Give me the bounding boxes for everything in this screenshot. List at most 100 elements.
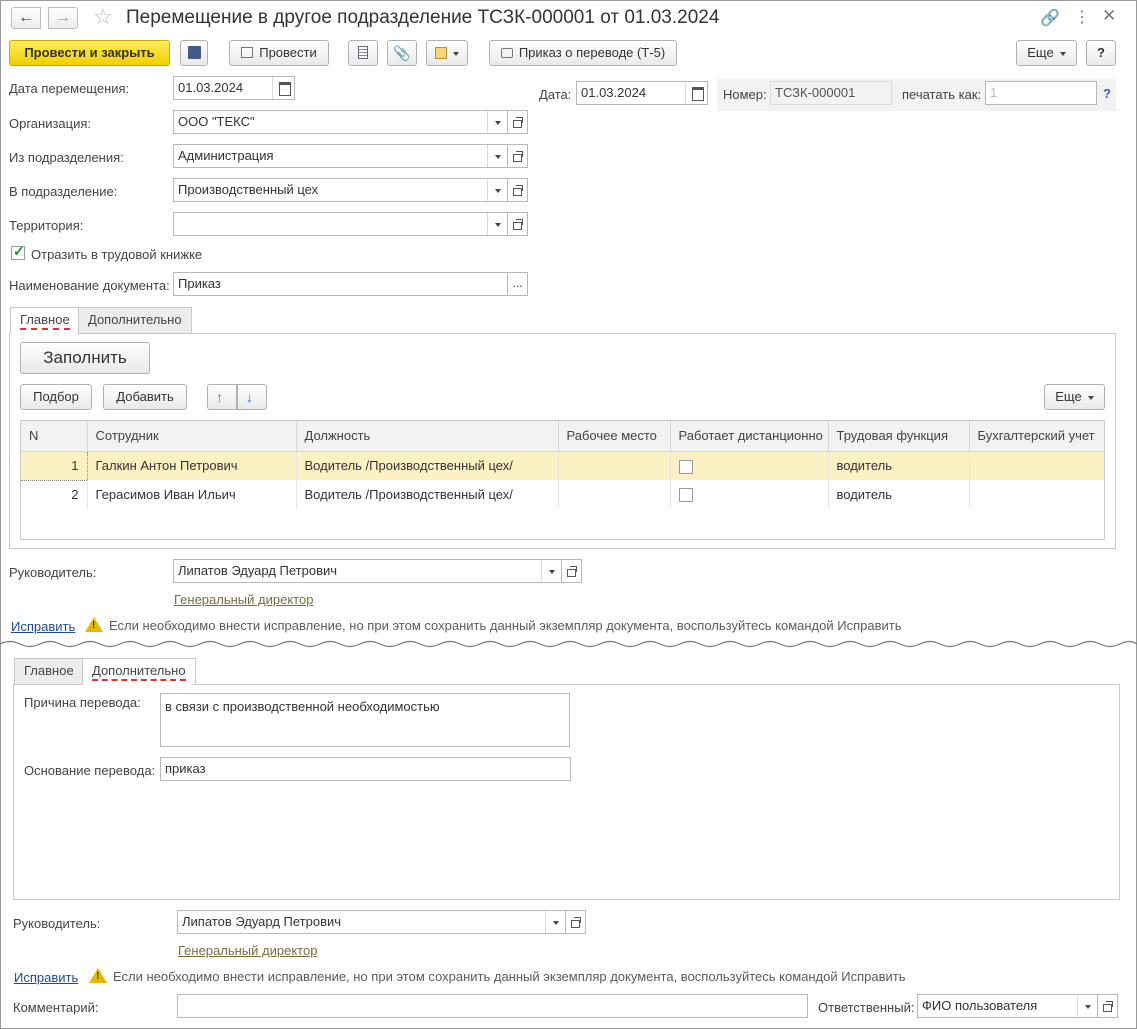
table-row[interactable]: 1 Галкин Антон Петрович Водитель /Произв…: [21, 450, 1104, 481]
workbook-checkbox[interactable]: ✓: [11, 243, 25, 260]
calendar-icon[interactable]: [685, 82, 707, 104]
post-and-close-button[interactable]: Провести и закрыть: [9, 40, 170, 66]
row-remote[interactable]: [670, 451, 829, 480]
fill-button[interactable]: Заполнить: [20, 342, 150, 374]
row-accounting[interactable]: [969, 451, 1104, 480]
number-field: ТСЗК-000001: [770, 81, 892, 105]
from-dept-field[interactable]: Администрация: [173, 144, 508, 168]
move-down-button[interactable]: ↓: [237, 384, 267, 410]
chevron-down-icon[interactable]: [545, 911, 565, 933]
tab-main-2[interactable]: Главное: [14, 658, 84, 684]
fix-link[interactable]: Исправить: [11, 619, 75, 634]
table-row[interactable]: 2 Герасимов Иван Ильич Водитель /Произво…: [21, 480, 1104, 509]
fix-link-2[interactable]: Исправить: [14, 970, 78, 985]
row-employee[interactable]: Галкин Антон Петрович: [87, 451, 297, 480]
favorite-star-icon[interactable]: ☆: [93, 4, 113, 30]
reason-label: Причина перевода:: [24, 695, 141, 710]
head-field[interactable]: Липатов Эдуард Петрович: [173, 559, 562, 583]
save-icon: [187, 46, 201, 60]
chevron-down-icon[interactable]: [487, 111, 507, 133]
link-icon[interactable]: 🔗: [1040, 8, 1060, 28]
to-dept-label: В подразделение:: [9, 184, 118, 199]
back-button[interactable]: ←: [11, 7, 41, 29]
help-link-icon[interactable]: ?: [1103, 86, 1111, 101]
row-number: 2: [21, 480, 88, 509]
open-icon[interactable]: [508, 212, 528, 236]
row-employee[interactable]: Герасимов Иван Ильич: [87, 480, 297, 509]
territory-label: Территория:: [9, 218, 84, 233]
print-as-field[interactable]: 1: [985, 81, 1097, 105]
print-order-button[interactable]: Приказ о переводе (Т-5): [489, 40, 677, 66]
open-icon[interactable]: [508, 178, 528, 202]
col-n[interactable]: N: [21, 421, 88, 452]
post-icon: [241, 47, 254, 59]
to-dept-field[interactable]: Производственный цех: [173, 178, 508, 202]
head-position-link[interactable]: Генеральный директор: [174, 592, 313, 607]
basis-label: Основание перевода:: [24, 763, 156, 778]
open-icon[interactable]: [508, 144, 528, 168]
tab-join: [83, 684, 193, 686]
territory-field[interactable]: [173, 212, 508, 236]
row-remote[interactable]: [670, 480, 829, 509]
arrow-up-icon: ↑: [216, 389, 223, 405]
add-button[interactable]: Добавить: [103, 384, 187, 410]
journal-button[interactable]: [348, 40, 378, 66]
head-field-2[interactable]: Липатов Эдуард Петрович: [177, 910, 566, 934]
chevron-down-icon[interactable]: [541, 560, 561, 582]
chevron-down-icon[interactable]: [1077, 995, 1097, 1017]
table-header: N Сотрудник Должность Рабочее место Рабо…: [21, 421, 1104, 452]
window-title: Перемещение в другое подразделение ТСЗК-…: [126, 7, 720, 28]
col-employee[interactable]: Сотрудник: [87, 421, 297, 452]
col-workplace[interactable]: Рабочее место: [558, 421, 671, 452]
reason-textarea[interactable]: в связи с производственной необходимость…: [160, 693, 570, 747]
responsible-field[interactable]: ФИО пользователя: [917, 994, 1098, 1018]
row-function[interactable]: водитель: [828, 480, 970, 509]
paperclip-icon: 📎: [393, 45, 411, 61]
move-date-field[interactable]: 01.03.2024: [173, 76, 295, 100]
date-field[interactable]: 01.03.2024: [576, 81, 708, 105]
tab-extra[interactable]: Дополнительно: [78, 307, 192, 333]
col-accounting[interactable]: Бухгалтерский учет: [969, 421, 1104, 452]
remote-checkbox[interactable]: [678, 459, 693, 474]
forward-button[interactable]: →: [48, 7, 78, 29]
move-up-button[interactable]: ↑: [207, 384, 237, 410]
more-vert-icon[interactable]: ⋮: [1074, 7, 1090, 27]
row-workplace[interactable]: [558, 480, 671, 509]
row-function[interactable]: водитель: [828, 451, 970, 480]
comment-field[interactable]: [177, 994, 808, 1018]
calendar-icon[interactable]: [272, 77, 294, 99]
docname-field[interactable]: Приказ: [173, 272, 508, 296]
create-based-on-button[interactable]: [426, 40, 468, 66]
col-position[interactable]: Должность: [296, 421, 559, 452]
more-button[interactable]: Еще: [1016, 40, 1077, 66]
help-button[interactable]: ?: [1086, 40, 1116, 66]
close-icon[interactable]: ✕: [1102, 6, 1116, 26]
arrow-down-icon: ↓: [246, 389, 253, 405]
open-icon[interactable]: [566, 910, 586, 934]
employees-table: N Сотрудник Должность Рабочее место Рабо…: [20, 420, 1105, 540]
open-icon[interactable]: [1098, 994, 1118, 1018]
post-button[interactable]: Провести: [229, 40, 329, 66]
tab-extra-2[interactable]: Дополнительно: [82, 658, 196, 685]
basis-field[interactable]: приказ: [160, 757, 571, 781]
row-position[interactable]: Водитель /Производственный цех/: [296, 480, 559, 509]
open-icon[interactable]: [562, 559, 582, 583]
col-remote[interactable]: Работает дистанционно: [670, 421, 829, 452]
open-icon[interactable]: [508, 110, 528, 134]
attach-button[interactable]: 📎: [387, 40, 417, 66]
tab-main[interactable]: Главное: [10, 307, 80, 334]
save-button[interactable]: [180, 40, 208, 66]
col-function[interactable]: Трудовая функция: [828, 421, 970, 452]
org-field[interactable]: ООО "ТЕКС": [173, 110, 508, 134]
docname-select-button[interactable]: ...: [508, 272, 528, 296]
chevron-down-icon[interactable]: [487, 179, 507, 201]
pick-button[interactable]: Подбор: [20, 384, 92, 410]
row-position[interactable]: Водитель /Производственный цех/: [296, 451, 559, 480]
head-position-link-2[interactable]: Генеральный директор: [178, 943, 317, 958]
row-accounting[interactable]: [969, 480, 1104, 509]
chevron-down-icon[interactable]: [487, 145, 507, 167]
table-more-button[interactable]: Еще: [1044, 384, 1105, 410]
chevron-down-icon[interactable]: [487, 213, 507, 235]
remote-checkbox[interactable]: [678, 488, 693, 503]
row-workplace[interactable]: [558, 451, 671, 480]
